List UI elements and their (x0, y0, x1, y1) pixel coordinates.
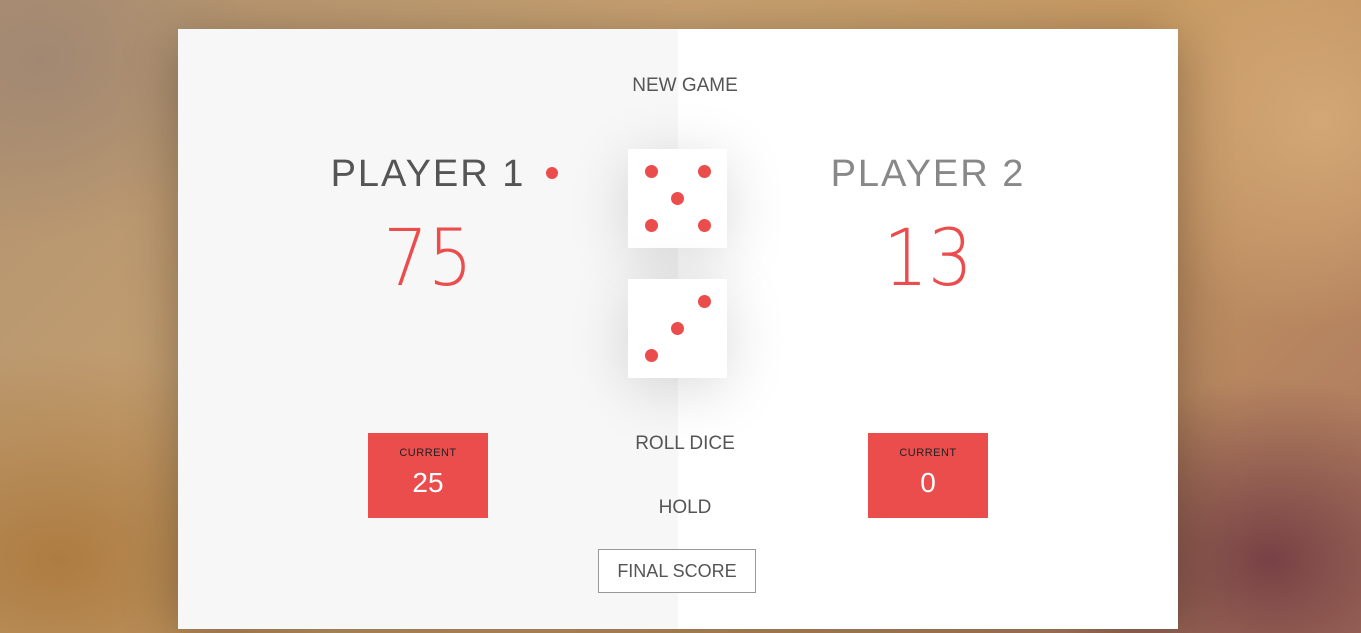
dice-pip (645, 165, 658, 178)
dice-pip (645, 349, 658, 362)
player-2-score: 13 (883, 214, 973, 304)
dice-pip (698, 295, 711, 308)
player-1-panel: PLAYER 1 75 CURRENT 25 (178, 29, 678, 629)
dice-pip (645, 219, 658, 232)
dice-1-icon (628, 149, 727, 248)
player-1-current-box: CURRENT 25 (368, 433, 488, 518)
new-game-button[interactable]: NEW GAME (585, 75, 785, 97)
player-1-current-label: CURRENT (399, 447, 457, 459)
roll-dice-button[interactable]: ROLL DICE (585, 433, 785, 455)
final-score-input[interactable]: FINAL SCORE (598, 549, 756, 593)
active-player-indicator-icon (546, 167, 558, 179)
game-board: PLAYER 1 75 CURRENT 25 PLAYER 2 13 CURRE… (178, 29, 1178, 629)
dice-pip (671, 322, 684, 335)
player-2-name: PLAYER 2 (830, 153, 1026, 195)
player-2-current-box: CURRENT 0 (868, 433, 988, 518)
player-1-name: PLAYER 1 (330, 153, 526, 195)
player-2-current-score: 0 (920, 467, 936, 498)
dice-2-icon (628, 279, 727, 378)
dice-pip (698, 165, 711, 178)
dice-pip (671, 192, 684, 205)
player-1-score: 75 (383, 214, 473, 304)
player-2-panel: PLAYER 2 13 CURRENT 0 (678, 29, 1178, 629)
dice-pip (698, 219, 711, 232)
player-1-current-score: 25 (412, 467, 444, 498)
hold-button[interactable]: HOLD (585, 497, 785, 519)
player-2-current-label: CURRENT (899, 447, 957, 459)
